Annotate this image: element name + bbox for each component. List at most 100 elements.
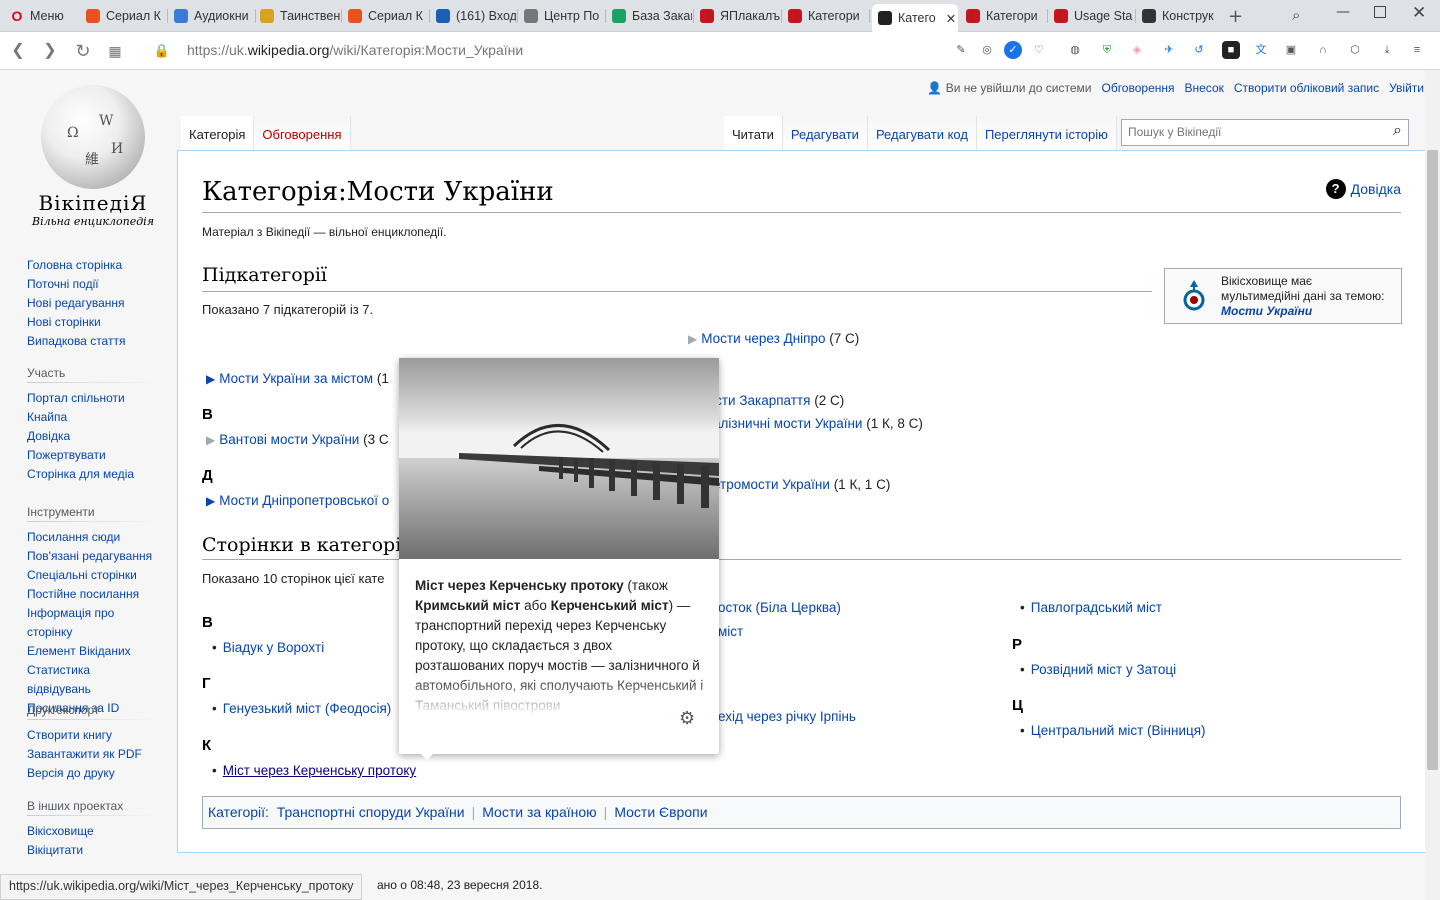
commons-link[interactable]: Мости України bbox=[1221, 304, 1312, 318]
minimize-icon[interactable]: — bbox=[1336, 4, 1350, 20]
browser-tab[interactable]: Центр По bbox=[518, 4, 604, 28]
browser-tab[interactable]: (161) Вход bbox=[430, 4, 516, 28]
category-link[interactable]: Мости за країною bbox=[482, 804, 596, 821]
login-link[interactable]: Увійти bbox=[1389, 81, 1424, 95]
search-input[interactable]: Пошук у Вікіпедії ⌕ bbox=[1121, 119, 1409, 146]
close-tab-icon[interactable]: ✕ bbox=[946, 11, 956, 26]
sidebar-tools-link[interactable]: Пов'язані редагування bbox=[27, 547, 157, 566]
help-link[interactable]: ? Довідка bbox=[1325, 179, 1401, 199]
sidebar-tools-link[interactable]: Спеціальні сторінки bbox=[27, 566, 157, 585]
page-link[interactable]: Розвідний міст у Затоці bbox=[1031, 662, 1176, 677]
tab-history[interactable]: Переглянути історію bbox=[976, 116, 1117, 150]
subcat-link[interactable]: юсти Закарпаття bbox=[705, 393, 810, 408]
sidebar-print-link[interactable]: Завантажити як PDF bbox=[27, 745, 157, 764]
reload-icon[interactable]: ↻ bbox=[73, 41, 93, 61]
sidebar-participation-link[interactable]: Кнайпа bbox=[27, 408, 157, 427]
browser-tab[interactable]: Usage Sta bbox=[1048, 4, 1134, 28]
expand-icon[interactable]: ▶ bbox=[688, 332, 697, 346]
wallet-icon[interactable]: ▣ bbox=[1282, 41, 1300, 59]
translate-ext-icon[interactable]: ✈ bbox=[1160, 41, 1178, 59]
sidebar-nav-link[interactable]: Головна сторінка bbox=[27, 256, 157, 275]
sidebar-tools-link[interactable]: Статистика відвідувань bbox=[27, 661, 157, 699]
browser-tab[interactable]: Таинствен bbox=[254, 4, 340, 28]
browser-tab[interactable]: База Закаг bbox=[606, 4, 692, 28]
sidebar-nav-link[interactable]: Нові редагування bbox=[27, 294, 157, 313]
talk-link[interactable]: Обговорення bbox=[1101, 81, 1174, 95]
page-link[interactable]: ехід через річку Ірпінь bbox=[718, 709, 856, 724]
sidebar-tools-link[interactable]: Посилання сюди bbox=[27, 528, 157, 547]
translator-icon[interactable]: 文 bbox=[1252, 41, 1270, 59]
gear-icon[interactable]: ⚙ bbox=[679, 710, 697, 728]
share-ext-icon[interactable]: ↺ bbox=[1190, 41, 1208, 59]
subcat-link[interactable]: алізничні мости України bbox=[713, 416, 862, 431]
subcat-link[interactable]: Мости Дніпропетровської о bbox=[219, 493, 389, 508]
expand-icon[interactable]: ▶ bbox=[206, 433, 215, 447]
sidebar-print-link[interactable]: Створити книгу bbox=[27, 726, 157, 745]
sidebar-nav-link[interactable]: Нові сторінки bbox=[27, 313, 157, 332]
send-icon[interactable]: ✎ bbox=[952, 41, 970, 59]
create-account-link[interactable]: Створити обліковий запис bbox=[1234, 81, 1379, 95]
page-link[interactable]: Павлоградський міст bbox=[1031, 600, 1162, 615]
tab-edit[interactable]: Редагувати bbox=[782, 116, 868, 150]
close-window-icon[interactable]: ✕ bbox=[1412, 3, 1426, 23]
search-icon[interactable]: ⌕ bbox=[1393, 122, 1402, 140]
notification-ext-icon[interactable]: ■ bbox=[1222, 41, 1240, 59]
download-icon[interactable]: ⤓ bbox=[1378, 41, 1396, 59]
browser-tab[interactable]: Категори bbox=[960, 4, 1046, 28]
browser-tab[interactable]: Категори bbox=[782, 4, 868, 28]
scrollbar-thumb[interactable] bbox=[1427, 150, 1438, 770]
page-link[interactable]: міст bbox=[718, 624, 743, 639]
wikipedia-logo[interactable]: Ω W 維 И ВікіпедіЯ Вільна енциклопедія bbox=[28, 85, 158, 228]
page-link[interactable]: Центральний міст (Вінниця) bbox=[1031, 723, 1206, 738]
sidebar-other-link[interactable]: Вікісховище bbox=[27, 822, 157, 841]
contributions-link[interactable]: Внесок bbox=[1185, 81, 1224, 95]
subcat-link[interactable]: Мости через Дніпро bbox=[701, 331, 825, 346]
sidebar-participation-link[interactable]: Довідка bbox=[27, 427, 157, 446]
sidebar-nav-link[interactable]: Випадкова стаття bbox=[27, 332, 157, 351]
page-preview-popup[interactable]: Міст через Керченську протоку (також Кри… bbox=[399, 358, 719, 760]
browser-tab[interactable]: Сериал К bbox=[80, 4, 166, 28]
sidebar-participation-link[interactable]: Портал спільноти bbox=[27, 389, 157, 408]
page-link[interactable]: Генуезький міст (Феодосія) bbox=[223, 701, 392, 716]
heart-icon[interactable]: ♡ bbox=[1030, 41, 1048, 59]
expand-icon[interactable]: ▶ bbox=[206, 372, 215, 386]
category-link[interactable]: Транспортні споруди України bbox=[277, 804, 465, 821]
browser-tab[interactable]: Конструк bbox=[1136, 4, 1222, 28]
headphones-icon[interactable]: ∩ bbox=[1314, 41, 1332, 59]
opera-menu-button[interactable]: O Меню bbox=[4, 4, 74, 28]
categories-label[interactable]: Категорії: bbox=[208, 804, 269, 821]
easy-setup-icon[interactable]: ≡ bbox=[1408, 41, 1426, 59]
browser-tab[interactable]: ЯПлакалъ bbox=[694, 4, 780, 28]
expand-icon[interactable]: ▶ bbox=[206, 494, 215, 508]
sidebar-other-link[interactable]: Вікіцитати bbox=[27, 841, 157, 860]
subcat-link[interactable]: етромости України bbox=[713, 477, 830, 492]
tab-discussion[interactable]: Обговорення bbox=[254, 116, 351, 150]
box-icon[interactable]: ⬡ bbox=[1346, 41, 1364, 59]
shield-icon[interactable]: ✓ bbox=[1004, 41, 1022, 59]
back-icon[interactable]: ❮ bbox=[8, 41, 28, 61]
sidebar-tools-link[interactable]: Постійне посилання bbox=[27, 585, 157, 604]
sidebar-nav-link[interactable]: Поточні події bbox=[27, 275, 157, 294]
new-tab-button[interactable]: + bbox=[1228, 6, 1243, 27]
tab-category[interactable]: Категорія bbox=[181, 116, 255, 150]
scrollbar[interactable] bbox=[1425, 70, 1440, 900]
browser-tab[interactable]: Катего ✕ bbox=[872, 4, 958, 32]
speed-dial-icon[interactable]: ▦ bbox=[105, 41, 125, 61]
page-link[interactable]: осток (Біла Церква) bbox=[718, 600, 841, 615]
page-link-hovered[interactable]: Міст через Керченську протоку bbox=[223, 763, 416, 778]
browser-tab[interactable]: Аудиокни bbox=[168, 4, 254, 28]
subcat-link[interactable]: Мости України за містом bbox=[219, 371, 373, 386]
sidebar-participation-link[interactable]: Пожертвувати bbox=[27, 446, 157, 465]
restore-icon[interactable] bbox=[1374, 6, 1386, 18]
tab-edit-source[interactable]: Редагувати код bbox=[867, 116, 977, 150]
browser-tab[interactable]: Сериал К bbox=[342, 4, 428, 28]
snapshot-icon[interactable]: ◎ bbox=[978, 41, 996, 59]
sidebar-participation-link[interactable]: Сторінка для медіа bbox=[27, 465, 157, 484]
sidebar-tools-link[interactable]: Елемент Вікіданих bbox=[27, 642, 157, 661]
search-tabs-icon[interactable]: ⌕ bbox=[1292, 6, 1300, 24]
sidebar-tools-link[interactable]: Інформація про сторінку bbox=[27, 604, 157, 642]
sidebar-print-link[interactable]: Версія до друку bbox=[27, 764, 157, 783]
adblock-icon[interactable]: ⛨ bbox=[1098, 41, 1116, 59]
forward-icon[interactable]: ❯ bbox=[40, 41, 60, 61]
tab-read[interactable]: Читати bbox=[724, 116, 783, 150]
